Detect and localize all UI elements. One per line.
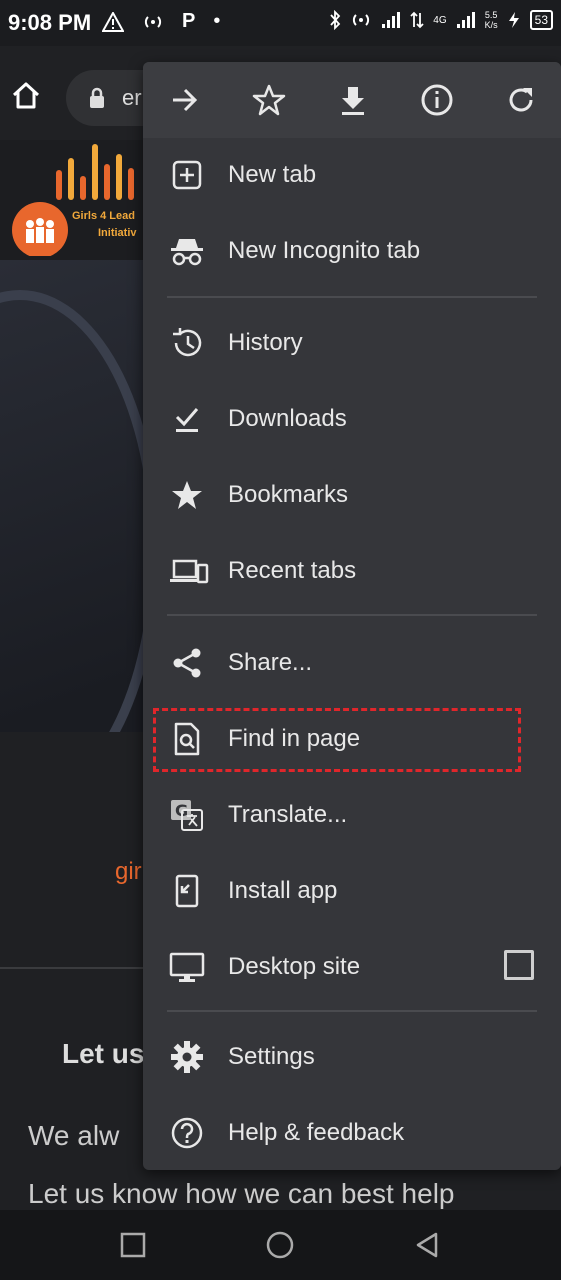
contact-heading: Let us <box>62 1038 145 1069</box>
menu-item-label: Recent tabs <box>228 557 357 584</box>
parking-notification-icon: P <box>182 10 196 32</box>
recent-tabs-icon <box>169 553 209 589</box>
network-speed-value: 5.5 <box>484 10 498 20</box>
bluetooth-icon <box>329 10 341 30</box>
battery-level: 53 <box>529 10 553 30</box>
translate-icon: G <box>169 797 205 833</box>
menu-divider <box>167 296 537 298</box>
network-speed: 5.5 K/s <box>485 10 498 30</box>
menu-item-label: Bookmarks <box>228 481 349 508</box>
info-icon <box>421 84 453 116</box>
forward-button[interactable] <box>167 82 203 118</box>
url-text: er <box>122 85 142 110</box>
menu-item-label: Help & feedback <box>228 1119 405 1146</box>
logo-text-line2: Initiativ <box>98 227 137 239</box>
logo-bars-icon <box>12 144 134 256</box>
share-icon <box>169 645 205 681</box>
menu-item-translate[interactable]: G Translate... <box>143 780 561 850</box>
status-time: 9:08 PM <box>8 10 92 35</box>
star-icon <box>252 84 286 116</box>
menu-item-recent-tabs[interactable]: Recent tabs <box>143 536 561 606</box>
hero-decoration <box>0 290 160 732</box>
home-nav-button[interactable] <box>265 1230 295 1260</box>
menu-item-new-tab[interactable]: New tab <box>143 140 561 210</box>
refresh-icon <box>509 88 533 112</box>
downloads-icon <box>169 401 205 437</box>
bookmarks-icon <box>169 477 205 513</box>
download-icon <box>342 87 364 115</box>
menu-item-bookmarks[interactable]: Bookmarks <box>143 460 561 530</box>
menu-item-label: New tab <box>228 161 317 188</box>
signal-icon <box>381 11 401 29</box>
contact-text-1: We alw <box>28 1120 120 1151</box>
network-speed-unit: K/s <box>484 20 498 30</box>
find-in-page-highlight <box>153 708 521 772</box>
hotspot-icon-2 <box>350 11 372 29</box>
menu-item-label: History <box>228 329 303 356</box>
data-transfer-icon <box>410 11 424 29</box>
menu-item-desktop-site[interactable]: Desktop site <box>143 932 561 1002</box>
menu-action-row <box>143 62 561 138</box>
menu-item-label: Share... <box>228 649 313 676</box>
site-logo[interactable]: Girls 4 Lead Initiativ <box>10 144 150 256</box>
square-icon <box>120 1232 146 1258</box>
menu-item-share[interactable]: Share... <box>143 628 561 698</box>
network-type: 4G <box>433 14 447 26</box>
menu-item-label: Downloads <box>228 405 347 432</box>
menu-item-label: Install app <box>228 877 338 904</box>
desktop-site-checkbox[interactable] <box>504 950 534 980</box>
install-app-icon <box>169 873 205 909</box>
menu-item-new-incognito-tab[interactable]: New Incognito tab <box>143 216 561 286</box>
menu-divider <box>167 614 537 616</box>
back-button[interactable] <box>412 1230 442 1260</box>
charging-icon <box>507 11 521 29</box>
home-icon <box>12 82 40 109</box>
desktop-site-icon <box>169 949 205 985</box>
menu-item-label: Settings <box>228 1043 315 1070</box>
incognito-icon <box>169 233 205 269</box>
menu-item-label: Desktop site <box>228 953 361 980</box>
menu-item-help-feedback[interactable]: Help & feedback <box>143 1098 561 1168</box>
settings-icon <box>169 1039 205 1075</box>
notification-dot-icon: • <box>213 10 221 32</box>
status-bar: 9:08 PM P • 4G 5.5 K/s 53 <box>0 0 561 46</box>
logo-text-line1: Girls 4 Lead <box>72 210 135 222</box>
recents-button[interactable] <box>118 1230 148 1260</box>
back-triangle-icon <box>416 1232 438 1258</box>
home-button[interactable] <box>10 80 42 112</box>
forward-icon <box>173 88 198 112</box>
hotspot-icon <box>142 13 164 31</box>
signal-icon-2 <box>456 11 476 29</box>
contact-text-2: Let us know how we can best help <box>28 1178 455 1209</box>
help-icon <box>169 1115 205 1151</box>
menu-item-install-app[interactable]: Install app <box>143 856 561 926</box>
lock-icon <box>88 87 106 109</box>
menu-item-label: New Incognito tab <box>228 237 421 264</box>
refresh-button[interactable] <box>503 82 539 118</box>
menu-item-downloads[interactable]: Downloads <box>143 384 561 454</box>
download-page-button[interactable] <box>335 82 371 118</box>
overflow-menu: New tab New Incognito tab History Downlo… <box>143 62 561 1170</box>
menu-item-settings[interactable]: Settings <box>143 1022 561 1092</box>
history-icon <box>169 325 205 361</box>
menu-divider <box>167 1010 537 1012</box>
warning-icon <box>102 11 124 32</box>
circle-icon <box>266 1231 294 1259</box>
new-tab-icon <box>169 157 205 193</box>
system-nav-bar <box>0 1210 561 1280</box>
page-info-button[interactable] <box>419 82 455 118</box>
menu-item-history[interactable]: History <box>143 308 561 378</box>
menu-item-label: Translate... <box>228 801 348 828</box>
bookmark-star-button[interactable] <box>251 82 287 118</box>
page-orange-link[interactable]: gir <box>115 858 142 886</box>
